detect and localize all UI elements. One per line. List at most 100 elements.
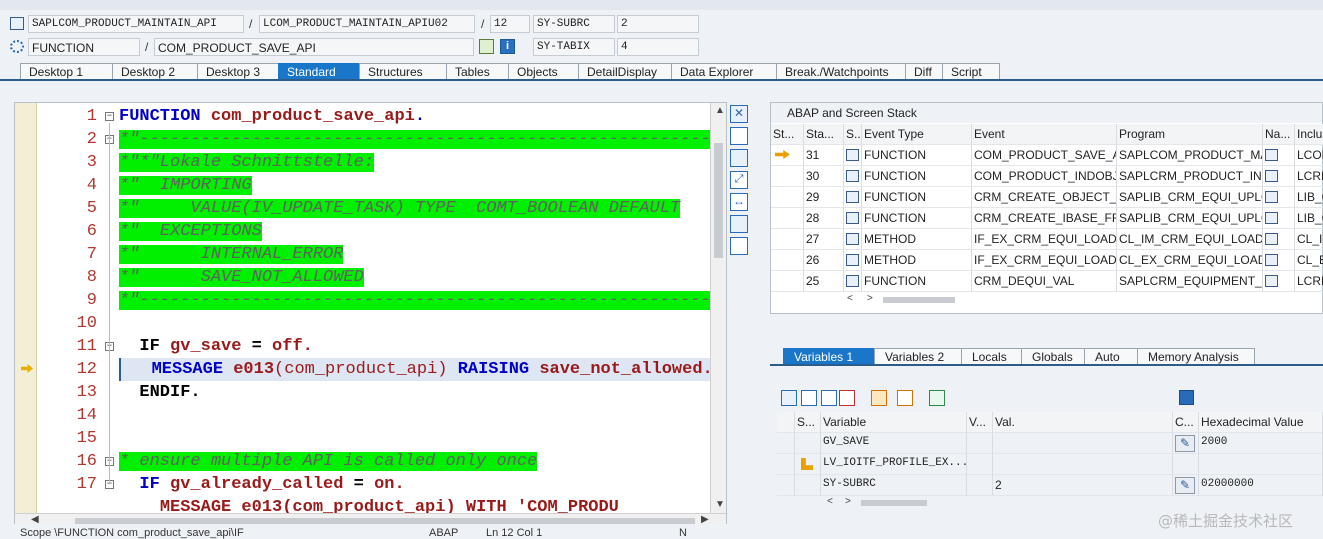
display-source-icon[interactable]: [1265, 275, 1278, 287]
variable-name[interactable]: SY-SUBRC: [821, 475, 967, 496]
stack-include[interactable]: LIB_C: [1295, 208, 1323, 229]
stack-event[interactable]: COM_PRODUCT_INDOBJ: [972, 166, 1117, 187]
stack-event-type[interactable]: METHOD: [862, 250, 972, 271]
include-field[interactable]: LCOM_PRODUCT_MAINTAIN_APIU02: [259, 15, 475, 33]
navigate-icon[interactable]: [479, 39, 494, 54]
stack-event[interactable]: CRM_CREATE_IBASE_FROM: [972, 208, 1117, 229]
scroll-left-icon[interactable]: <: [847, 293, 853, 304]
remove-icon[interactable]: [839, 390, 855, 406]
stack-include[interactable]: CL_IM: [1295, 229, 1323, 250]
stack-nav[interactable]: [1263, 208, 1295, 229]
scroll-right-icon[interactable]: >: [867, 293, 873, 304]
tab-data-explorer[interactable]: Data Explorer: [671, 63, 777, 80]
tab-desktop-1[interactable]: Desktop 1: [20, 63, 113, 80]
column-header[interactable]: C...: [1173, 412, 1199, 433]
stack-level[interactable]: 29: [804, 187, 844, 208]
stack-current-cell[interactable]: [771, 187, 804, 208]
tab-variables-2[interactable]: Variables 2: [874, 348, 962, 365]
stack-include[interactable]: LIB_C: [1295, 187, 1323, 208]
stack-nav[interactable]: [1263, 187, 1295, 208]
stack-level[interactable]: 31: [804, 145, 844, 166]
column-header[interactable]: Program: [1117, 124, 1263, 145]
tools-icon[interactable]: [730, 237, 748, 255]
tab-variables-1[interactable]: Variables 1: [783, 348, 875, 365]
display-source-icon[interactable]: [1265, 170, 1278, 182]
delete-icon[interactable]: [781, 390, 797, 406]
variable-select[interactable]: [777, 454, 795, 475]
tab-standard[interactable]: Standard: [278, 63, 360, 80]
stack-current-cell[interactable]: [771, 250, 804, 271]
stack-current-cell[interactable]: [771, 145, 804, 166]
stack-event-type[interactable]: FUNCTION: [862, 271, 972, 292]
edit-pencil-icon[interactable]: ✎: [1175, 477, 1195, 494]
stack-include[interactable]: CL_E: [1295, 250, 1323, 271]
stack-nav[interactable]: [1263, 229, 1295, 250]
line-field[interactable]: 12: [490, 15, 530, 33]
variable-name[interactable]: GV_SAVE: [821, 433, 967, 454]
stack-program[interactable]: SAPLCOM_PRODUCT_MAINTAIN_API: [1117, 145, 1263, 166]
variable-change[interactable]: ✎: [1173, 433, 1199, 454]
stack-event-type[interactable]: FUNCTION: [862, 187, 972, 208]
edit-pencil-icon[interactable]: ✎: [1175, 435, 1195, 452]
filter-icon[interactable]: [929, 390, 945, 406]
tab-desktop-3[interactable]: Desktop 3: [197, 63, 279, 80]
stack-nav[interactable]: [1263, 145, 1295, 166]
column-header[interactable]: [777, 412, 795, 433]
info-icon[interactable]: i: [500, 39, 515, 54]
stack-program[interactable]: CL_IM_CRM_EQUI_LOAD: [1117, 229, 1263, 250]
stack-include[interactable]: LCOM: [1295, 145, 1323, 166]
column-header[interactable]: Event Type: [862, 124, 972, 145]
scroll-right-icon[interactable]: >: [845, 496, 851, 507]
stack-event-type[interactable]: FUNCTION: [862, 166, 972, 187]
variable-select[interactable]: [777, 475, 795, 496]
tab-locals[interactable]: Locals: [961, 348, 1022, 365]
stack-event[interactable]: COM_PRODUCT_SAVE_API: [972, 145, 1117, 166]
fold-toggle-icon[interactable]: −: [105, 112, 114, 121]
stack-current-cell[interactable]: [771, 271, 804, 292]
column-header[interactable]: S...: [844, 124, 862, 145]
tab-memory-analysis[interactable]: Memory Analysis: [1137, 348, 1255, 365]
save-icon[interactable]: [1179, 390, 1194, 405]
tab-desktop-2[interactable]: Desktop 2: [112, 63, 198, 80]
display-source-icon[interactable]: [1265, 212, 1278, 224]
stack-program[interactable]: SAPLCRM_EQUIPMENT_: [1117, 271, 1263, 292]
swap-icon[interactable]: [730, 149, 748, 167]
display-source-icon[interactable]: [1265, 233, 1278, 245]
stack-event[interactable]: CRM_CREATE_OBJECT_F: [972, 187, 1117, 208]
stack-level[interactable]: 25: [804, 271, 844, 292]
stack-nav[interactable]: [1263, 271, 1295, 292]
variables-hscroll[interactable]: < >: [825, 496, 1025, 510]
stack-event[interactable]: IF_EX_CRM_EQUI_LOAD: [972, 250, 1117, 271]
stack-level[interactable]: 26: [804, 250, 844, 271]
variable-value[interactable]: [993, 433, 1173, 454]
scroll-down-icon[interactable]: ▼: [715, 499, 725, 510]
function-name-field[interactable]: COM_PRODUCT_SAVE_API: [154, 38, 474, 56]
stack-current-cell[interactable]: [771, 166, 804, 187]
variable-change[interactable]: ✎: [1173, 475, 1199, 496]
stack-event[interactable]: IF_EX_CRM_EQUI_LOAD: [972, 229, 1117, 250]
breakpoint-gutter[interactable]: [15, 103, 37, 513]
column-header[interactable]: St...: [771, 124, 804, 145]
stack-event-type[interactable]: FUNCTION: [862, 145, 972, 166]
program-field[interactable]: SAPLCOM_PRODUCT_MAINTAIN_API: [28, 15, 244, 33]
stack-hscroll[interactable]: < >: [845, 293, 1045, 307]
stack-current-cell[interactable]: [771, 229, 804, 250]
stack-program[interactable]: SAPLIB_CRM_EQUI_UPLOAD: [1117, 187, 1263, 208]
scroll-thumb[interactable]: [883, 297, 955, 303]
stack-program[interactable]: SAPLIB_CRM_EQUI_UPLOAD: [1117, 208, 1263, 229]
resize-horizontal-icon[interactable]: ↔: [730, 193, 748, 211]
stack-level[interactable]: 27: [804, 229, 844, 250]
stack-nav[interactable]: [1263, 166, 1295, 187]
variable-select[interactable]: [777, 433, 795, 454]
tab-detaildisplay[interactable]: DetailDisplay: [578, 63, 672, 80]
scroll-up-icon[interactable]: ▲: [715, 105, 725, 116]
column-header[interactable]: Inclu: [1295, 124, 1323, 145]
tab-structures[interactable]: Structures: [359, 63, 447, 80]
stack-include[interactable]: LCRM: [1295, 166, 1323, 187]
column-header[interactable]: Sta...: [804, 124, 844, 145]
tab-objects[interactable]: Objects: [508, 63, 579, 80]
stack-level[interactable]: 30: [804, 166, 844, 187]
display-source-icon[interactable]: [1265, 191, 1278, 203]
stack-program[interactable]: SAPLCRM_PRODUCT_INDOBJ: [1117, 166, 1263, 187]
move-icon[interactable]: [871, 390, 887, 406]
